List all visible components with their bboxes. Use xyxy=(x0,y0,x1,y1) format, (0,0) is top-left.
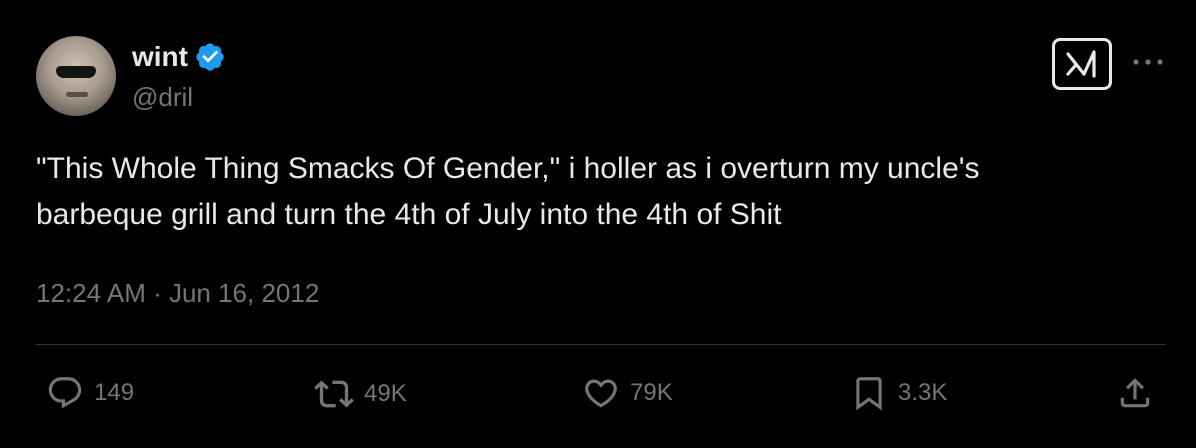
grok-icon xyxy=(1066,50,1096,78)
reply-button[interactable]: 149 xyxy=(46,374,134,412)
author-display-name[interactable]: wint xyxy=(132,40,188,74)
reply-count: 149 xyxy=(94,379,135,406)
tweet-card: wint @dril "This Whole Thing Smacks Of G… xyxy=(0,0,1196,448)
grok-button[interactable] xyxy=(1052,38,1112,90)
tweet-text-line: barbeque grill and turn the 4th of July … xyxy=(36,198,782,231)
tweet-text-line: "This Whole Thing Smacks Of Gender," i h… xyxy=(36,152,980,185)
like-button[interactable]: 79K xyxy=(582,374,673,412)
repost-icon xyxy=(314,380,354,408)
bookmark-count: 3.3K xyxy=(898,379,948,406)
like-count: 79K xyxy=(630,379,673,406)
bookmark-icon xyxy=(856,377,882,411)
share-icon xyxy=(1120,378,1150,408)
repost-button[interactable]: 49K xyxy=(314,374,407,414)
tweet-text: "This Whole Thing Smacks Of Gender," i h… xyxy=(36,146,1156,238)
reply-icon xyxy=(48,377,82,409)
verified-badge-icon[interactable] xyxy=(194,41,226,73)
bookmark-button[interactable]: 3.3K xyxy=(850,374,947,412)
avatar[interactable] xyxy=(36,36,116,116)
author-name-row: wint xyxy=(132,40,226,74)
divider xyxy=(36,344,1166,345)
more-icon xyxy=(1133,59,1163,65)
repost-count: 49K xyxy=(364,380,407,407)
author-handle[interactable]: @dril xyxy=(132,82,193,112)
more-options-button[interactable] xyxy=(1128,50,1168,74)
like-icon xyxy=(585,379,617,408)
avatar-mouth xyxy=(66,92,88,97)
tweet-actions-bar: 149 49K 79K 3.3K xyxy=(0,364,1196,428)
avatar-sunglasses xyxy=(56,66,96,78)
share-button[interactable] xyxy=(1116,374,1154,412)
tweet-timestamp[interactable]: 12:24 AM · Jun 16, 2012 xyxy=(36,276,319,310)
